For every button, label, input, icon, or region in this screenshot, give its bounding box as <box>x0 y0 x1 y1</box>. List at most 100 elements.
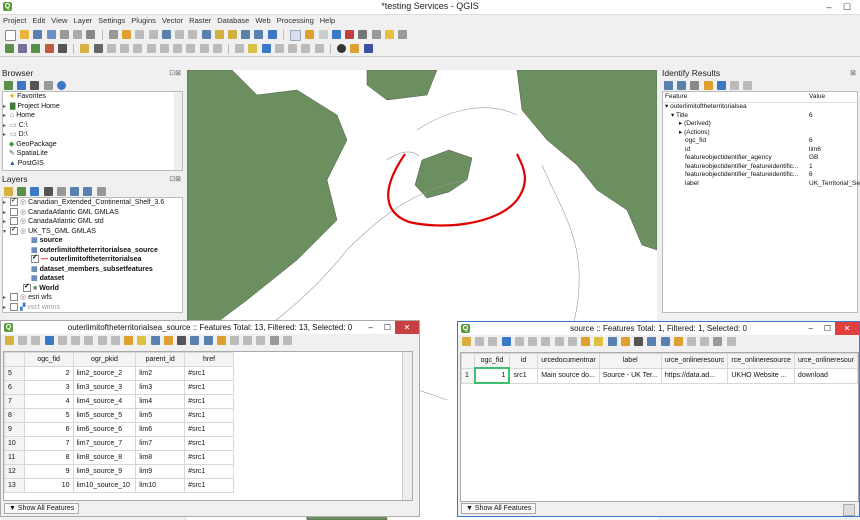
table-row[interactable]: 12 9 lim9_source_9 lim9 #src1 <box>4 464 234 479</box>
table-cell[interactable]: lim7_source_7 <box>72 436 137 451</box>
settings-icon[interactable] <box>743 81 753 90</box>
identify-row[interactable]: ▸ (Actions) <box>663 129 857 138</box>
row-number[interactable]: 1 <box>461 367 476 384</box>
table-cell[interactable]: #src1 <box>184 464 234 479</box>
table-cell[interactable]: 10 <box>23 478 74 493</box>
zoom-native-icon[interactable] <box>201 30 211 39</box>
zoom-last-icon[interactable] <box>214 30 224 39</box>
layer-item[interactable]: ▦ outerlimitoftheterritorialsea_source <box>3 246 182 256</box>
table-cell[interactable]: lim5_source_5 <box>72 408 137 423</box>
open-project-icon[interactable] <box>20 30 30 39</box>
table-row[interactable]: 11 8 lim8_source_8 lim8 #src1 <box>4 450 234 465</box>
collapse-all-icon[interactable] <box>43 81 53 90</box>
delete-feature-icon[interactable] <box>528 337 538 346</box>
copy-feature-icon[interactable] <box>716 81 726 90</box>
table-cell[interactable]: lim8 <box>135 450 186 465</box>
identify-row[interactable]: ▾ outerlimitoftheterritorialsea <box>663 103 857 112</box>
paste-features-icon[interactable] <box>186 44 196 53</box>
layer-checkbox[interactable] <box>10 225 18 235</box>
actions-icon[interactable] <box>282 336 292 345</box>
minimize-button[interactable]: – <box>809 322 813 335</box>
row-number[interactable]: 6 <box>4 380 25 395</box>
identify-row[interactable]: ▾ Title 6 <box>663 112 857 121</box>
row-number[interactable]: 10 <box>4 436 25 451</box>
undo-icon[interactable] <box>199 44 209 53</box>
table-row[interactable]: 7 4 lim4_source_4 lim4 #src1 <box>4 394 234 409</box>
digitize-icon[interactable] <box>93 44 103 53</box>
toggle-editing-icon[interactable] <box>5 336 14 345</box>
layer-checkbox[interactable] <box>10 293 18 302</box>
table-cell[interactable]: #src1 <box>184 450 234 465</box>
identify-features-icon[interactable] <box>290 30 302 41</box>
table-row[interactable]: 10 7 lim7_source_7 lim7 #src1 <box>4 436 234 451</box>
table-cell[interactable]: 2 <box>23 366 74 381</box>
paste-icon[interactable] <box>567 337 577 346</box>
menu-layer[interactable]: Layer <box>70 15 95 27</box>
browser-item[interactable]: ▸ ▇ Project Home <box>3 102 182 112</box>
expand-tree-icon[interactable] <box>664 81 673 90</box>
add-wms-icon[interactable] <box>57 44 67 53</box>
menu-raster[interactable]: Raster <box>186 15 214 27</box>
refresh-icon[interactable] <box>267 30 277 39</box>
label-move-icon[interactable] <box>274 44 284 53</box>
layer-item[interactable]: — outerlimitoftheterritorialsea <box>3 253 182 265</box>
column-header[interactable]: rce_onlineresource <box>727 353 795 369</box>
select-feature-icon[interactable] <box>703 81 713 90</box>
table-cell[interactable]: 4 <box>23 394 74 409</box>
new-project-icon[interactable] <box>5 30 16 41</box>
close-button[interactable]: ✕ <box>395 321 419 334</box>
add-feature-icon[interactable] <box>57 336 67 345</box>
save-edits-icon[interactable] <box>106 44 116 53</box>
minimize-button[interactable]: – <box>820 0 838 14</box>
menu-plugins[interactable]: Plugins <box>128 15 159 27</box>
table-cell[interactable]: Main source do... <box>537 367 600 384</box>
vertex-tool-icon[interactable] <box>133 44 143 53</box>
table-cell[interactable]: #src1 <box>184 422 234 437</box>
table-cell[interactable]: #src1 <box>184 478 234 493</box>
menu-web[interactable]: Web <box>252 15 273 27</box>
annotation-icon[interactable] <box>398 30 408 39</box>
pan-selected-icon[interactable] <box>647 337 657 346</box>
layer-item[interactable]: ▸ ◎ CanadaAtlantic GML GMLAS <box>3 207 182 218</box>
zoom-selected-icon[interactable] <box>203 336 213 345</box>
paste-icon[interactable] <box>110 336 120 345</box>
map-tips-icon[interactable] <box>384 30 394 39</box>
maximize-button[interactable]: ☐ <box>824 322 831 335</box>
table-row[interactable]: 13 10 lim10_source_10 lim10 #src1 <box>4 478 234 493</box>
save-edits-icon[interactable] <box>31 336 41 345</box>
close-panel-icon[interactable]: ⊡⊠ <box>169 174 181 185</box>
identify-row[interactable]: featureobjectidentifier_featureidentific… <box>663 163 857 172</box>
identify-row[interactable]: ogc_fid 6 <box>663 137 857 146</box>
layer-item[interactable]: ▸◎ Canadian_Extended_Continental_Shelf_3… <box>3 198 182 208</box>
zoom-selection-icon[interactable] <box>175 30 185 39</box>
table-row[interactable]: 6 3 lim3_source_3 lim3 #src1 <box>4 380 234 395</box>
field-calculator-icon[interactable] <box>345 30 355 39</box>
table-cell[interactable]: #src1 <box>184 436 234 451</box>
deselect-icon[interactable] <box>318 30 328 39</box>
organize-columns-icon[interactable] <box>243 336 253 345</box>
new-field-icon[interactable] <box>673 337 683 346</box>
diagram-icon[interactable] <box>314 44 324 53</box>
row-number[interactable]: 11 <box>4 450 25 465</box>
menu-view[interactable]: View <box>48 15 70 27</box>
browser-item[interactable]: ◆ GeoPackage <box>3 140 182 150</box>
row-number[interactable]: 12 <box>4 464 25 479</box>
zoom-in-icon[interactable] <box>135 30 145 39</box>
layer-checkbox[interactable] <box>10 302 18 311</box>
table-cell[interactable]: https://data.ad... <box>660 367 729 384</box>
table-cell[interactable]: lim2_source_2 <box>72 366 137 381</box>
identify-row[interactable]: id lim6 <box>663 146 857 155</box>
column-header[interactable]: label <box>598 353 662 369</box>
cut-icon[interactable] <box>84 336 94 345</box>
zoom-out-icon[interactable] <box>148 30 158 39</box>
collapse-tree-icon[interactable] <box>677 81 687 90</box>
layout-manager-icon[interactable] <box>73 30 83 39</box>
copy-icon[interactable] <box>97 336 107 345</box>
select-features-icon[interactable] <box>305 30 315 39</box>
pan-icon[interactable] <box>108 30 118 39</box>
measure-icon[interactable] <box>371 30 381 39</box>
column-header[interactable]: ogr_pkid <box>72 352 137 367</box>
row-number[interactable]: 7 <box>4 394 25 409</box>
toggle-editing-icon[interactable] <box>462 337 471 346</box>
close-button[interactable]: ✕ <box>835 322 859 335</box>
